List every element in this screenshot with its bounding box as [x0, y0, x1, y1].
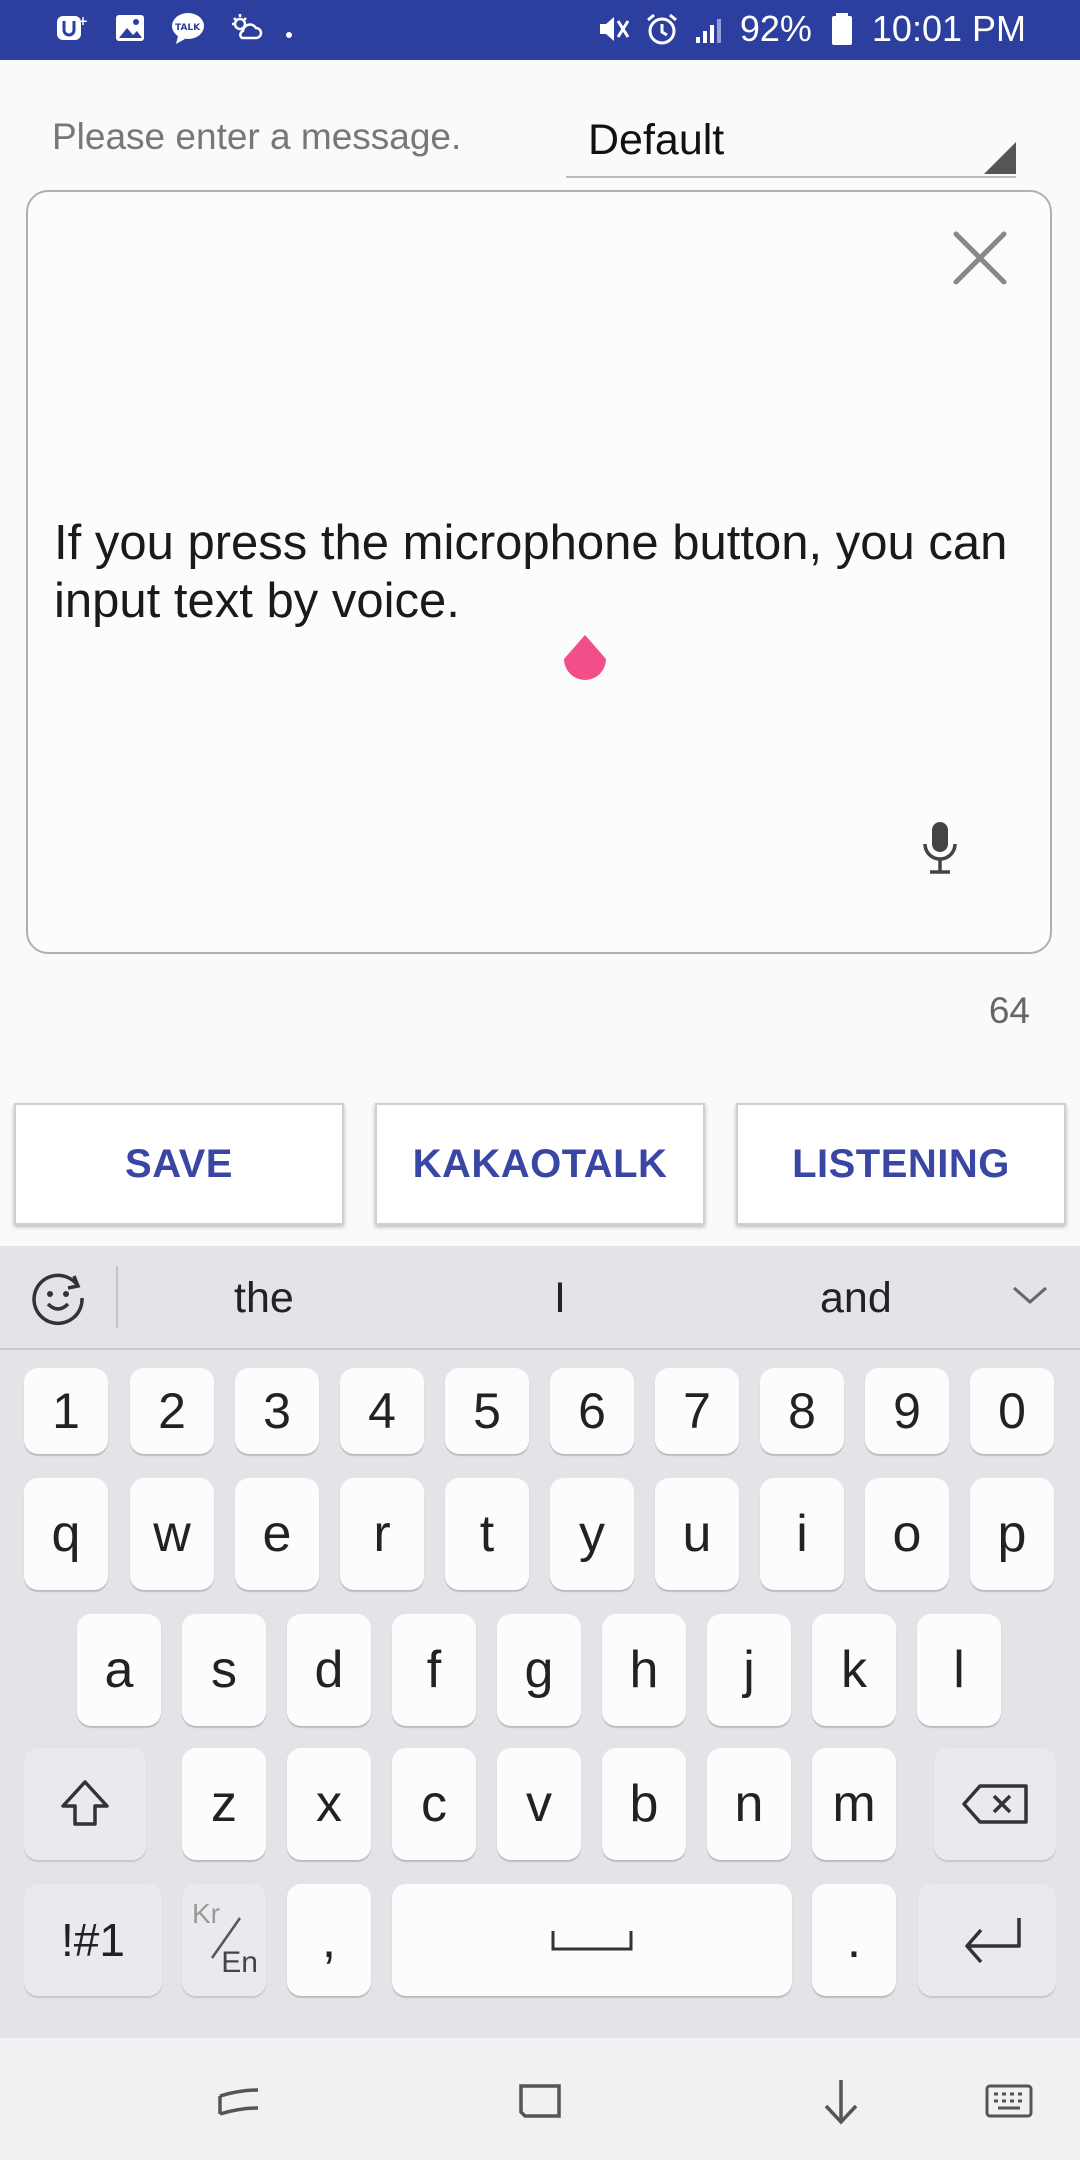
save-button[interactable]: SAVE: [14, 1103, 344, 1225]
key-z[interactable]: z: [182, 1748, 266, 1860]
suggestion-2[interactable]: I: [554, 1274, 566, 1323]
period-key[interactable]: .: [812, 1884, 896, 1996]
key-l[interactable]: l: [917, 1614, 1001, 1726]
back-down-icon[interactable]: [816, 2076, 866, 2126]
key-g[interactable]: g: [497, 1614, 581, 1726]
lang-bottom-label: En: [221, 1946, 258, 1979]
emoji-icon[interactable]: [28, 1268, 88, 1328]
enter-icon: [965, 1918, 1021, 1964]
kakaotalk-button[interactable]: KAKAOTALK: [375, 1103, 705, 1225]
gallery-icon: [112, 10, 148, 46]
backspace-icon: [962, 1784, 1028, 1824]
notification-dot: [286, 32, 292, 38]
key-k[interactable]: k: [812, 1614, 896, 1726]
u-plus-icon: +: [54, 10, 90, 46]
microphone-icon[interactable]: [920, 820, 960, 876]
key-r[interactable]: r: [340, 1478, 424, 1590]
symbols-key[interactable]: !#1: [24, 1884, 162, 1996]
shift-icon: [61, 1780, 109, 1826]
key-w[interactable]: w: [130, 1478, 214, 1590]
mute-icon: [596, 11, 632, 47]
key-t[interactable]: t: [445, 1478, 529, 1590]
key-4[interactable]: 4: [340, 1368, 424, 1454]
key-p[interactable]: p: [970, 1478, 1054, 1590]
key-i[interactable]: i: [760, 1478, 844, 1590]
key-v[interactable]: v: [497, 1748, 581, 1860]
keyboard: the I and 1 2 3 4 5 6 7 8 9 0 q w e r t …: [0, 1246, 1080, 2038]
talk-icon: TALK: [170, 10, 206, 46]
alarm-icon: [644, 11, 680, 47]
dropdown-arrow-icon: [984, 142, 1016, 174]
key-e[interactable]: e: [235, 1478, 319, 1590]
key-7[interactable]: 7: [655, 1368, 739, 1454]
key-n[interactable]: n: [707, 1748, 791, 1860]
comma-key[interactable]: ,: [287, 1884, 371, 1996]
key-2[interactable]: 2: [130, 1368, 214, 1454]
suggestion-3[interactable]: and: [820, 1274, 892, 1323]
key-f[interactable]: f: [392, 1614, 476, 1726]
navigation-bar: [0, 2038, 1080, 2160]
svg-text:TALK: TALK: [175, 23, 201, 33]
voice-preset-dropdown[interactable]: Default: [566, 104, 1016, 178]
space-icon: [551, 1931, 633, 1951]
key-a[interactable]: a: [77, 1614, 161, 1726]
recents-icon[interactable]: [214, 2076, 264, 2126]
suggestion-bar: the I and: [0, 1246, 1080, 1350]
battery-icon: [824, 11, 860, 47]
key-u[interactable]: u: [655, 1478, 739, 1590]
space-key[interactable]: [392, 1884, 792, 1996]
key-x[interactable]: x: [287, 1748, 371, 1860]
suggestion-divider: [116, 1266, 118, 1328]
character-count: 64: [988, 990, 1030, 1031]
key-s[interactable]: s: [182, 1614, 266, 1726]
key-9[interactable]: 9: [865, 1368, 949, 1454]
clear-icon[interactable]: [950, 228, 1010, 288]
dropdown-selected-value: Default: [588, 116, 725, 164]
key-6[interactable]: 6: [550, 1368, 634, 1454]
svg-text:+: +: [78, 14, 88, 28]
backspace-key[interactable]: [934, 1748, 1056, 1860]
key-c[interactable]: c: [392, 1748, 476, 1860]
listening-button[interactable]: LISTENING: [736, 1103, 1066, 1225]
battery-percent: 92%: [739, 8, 812, 49]
key-b[interactable]: b: [602, 1748, 686, 1860]
keyboard-switch-icon[interactable]: [984, 2076, 1034, 2126]
message-text: If you press the microphone button, you …: [54, 516, 1008, 628]
key-3[interactable]: 3: [235, 1368, 319, 1454]
chevron-down-icon[interactable]: [1010, 1280, 1050, 1310]
key-0[interactable]: 0: [970, 1368, 1054, 1454]
key-8[interactable]: 8: [760, 1368, 844, 1454]
language-switch-key[interactable]: Kr En: [182, 1884, 266, 1996]
key-h[interactable]: h: [602, 1614, 686, 1726]
enter-key[interactable]: [918, 1884, 1056, 1996]
message-prompt-label: Please enter a message.: [52, 116, 462, 157]
key-o[interactable]: o: [865, 1478, 949, 1590]
key-1[interactable]: 1: [24, 1368, 108, 1454]
key-y[interactable]: y: [550, 1478, 634, 1590]
status-bar: + TALK 92% 10:01 PM: [0, 0, 1080, 60]
shift-key[interactable]: [24, 1748, 146, 1860]
signal-icon: [692, 11, 728, 47]
clock: 10:01 PM: [871, 8, 1026, 49]
message-text-area[interactable]: If you press the microphone button, you …: [26, 190, 1052, 954]
key-j[interactable]: j: [707, 1614, 791, 1726]
home-icon[interactable]: [515, 2076, 565, 2126]
key-5[interactable]: 5: [445, 1368, 529, 1454]
suggestion-1[interactable]: the: [234, 1274, 294, 1323]
key-q[interactable]: q: [24, 1478, 108, 1590]
weather-icon: [228, 10, 264, 46]
key-d[interactable]: d: [287, 1614, 371, 1726]
key-m[interactable]: m: [812, 1748, 896, 1860]
cursor-handle-icon[interactable]: [558, 635, 612, 689]
